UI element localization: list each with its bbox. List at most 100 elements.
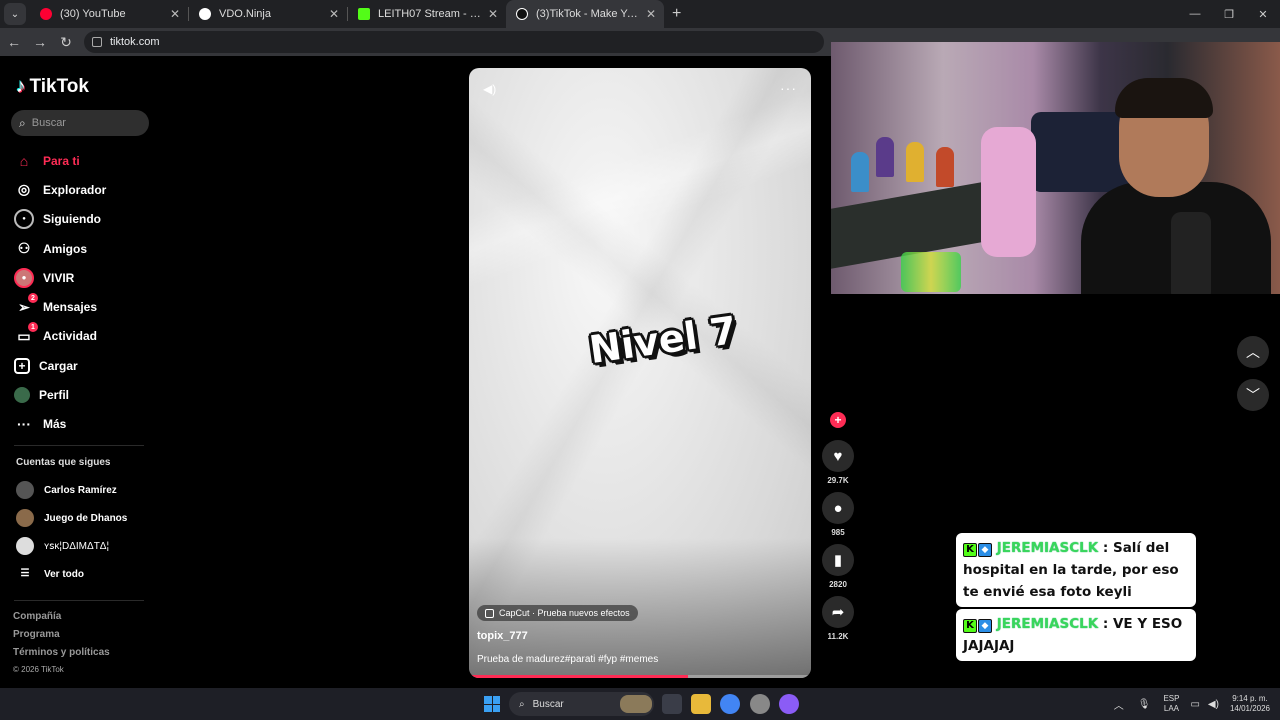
app-icon[interactable] — [779, 694, 799, 714]
volume-icon[interactable]: ◀) — [1208, 699, 1219, 710]
nav-item-vivir[interactable]: ● VIVIR — [14, 263, 154, 292]
chevron-up-icon[interactable]: ︿ — [1114, 697, 1124, 712]
footer-link-terms[interactable]: Términos y políticas — [13, 647, 110, 665]
chrome-icon[interactable] — [720, 694, 740, 714]
list-icon: ☰ — [20, 568, 30, 579]
nav-item-perfil[interactable]: Perfil — [14, 380, 154, 409]
copyright: © 2026 TikTok — [13, 665, 64, 674]
comment-count: 985 — [831, 528, 845, 537]
search-input[interactable] — [31, 117, 132, 129]
main-nav: ⌂ Para ti ◎ Explorador ● Siguiendo ⚇ Ami… — [14, 146, 154, 439]
footer-link-program[interactable]: Programa — [13, 629, 110, 647]
save-button[interactable]: ▮ 2820 — [822, 544, 854, 589]
figure — [906, 142, 924, 182]
more-icon: ··· — [17, 416, 31, 433]
previous-video-button[interactable]: ︿ — [1237, 336, 1269, 368]
nav-item-para-ti[interactable]: ⌂ Para ti — [14, 146, 154, 175]
tab-youtube[interactable]: (30) YouTube ✕ — [30, 0, 188, 28]
site-info-icon[interactable] — [92, 37, 102, 47]
new-tab-button[interactable]: + — [672, 5, 681, 23]
share-button[interactable]: ➦ 11.2K — [822, 596, 854, 641]
tab-search-button[interactable]: ⌄ — [4, 3, 26, 25]
forward-button[interactable]: → — [28, 34, 52, 50]
nav-item-actividad[interactable]: ▭ 1 Actividad — [14, 322, 154, 351]
reload-button[interactable]: ↻ — [54, 34, 78, 51]
compass-icon: ◎ — [17, 181, 31, 198]
tab-vdo-ninja[interactable]: VDO.Ninja ✕ — [189, 0, 347, 28]
comment-icon: ● — [822, 492, 854, 524]
taskbar-search[interactable]: ⌕ Buscar — [509, 692, 654, 716]
more-options-icon[interactable]: ··· — [780, 80, 797, 96]
next-video-button[interactable]: ﹀ — [1237, 379, 1269, 411]
sub-badge-icon: ◆ — [978, 619, 992, 633]
file-explorer-icon[interactable] — [691, 694, 711, 714]
avatar — [16, 537, 34, 555]
video-overlay-text: Nivel 7 — [586, 307, 740, 373]
vdo-ninja-icon — [199, 8, 211, 20]
following-icon: ● — [14, 209, 34, 230]
close-icon[interactable]: ✕ — [329, 7, 339, 21]
close-window-button[interactable]: ✕ — [1246, 8, 1280, 21]
heart-icon: ♥ — [822, 440, 854, 472]
volume-icon[interactable]: ◀) — [483, 82, 496, 96]
nav-item-siguiendo[interactable]: ● Siguiendo — [14, 205, 154, 234]
task-view-icon[interactable] — [662, 694, 682, 714]
comment-button[interactable]: ● 985 — [822, 492, 854, 537]
microphone — [1171, 212, 1211, 294]
follow-plus-button[interactable]: + — [830, 412, 846, 428]
language-indicator[interactable]: ESP LAA — [1163, 694, 1179, 714]
address-bar[interactable]: tiktok.com — [84, 31, 824, 53]
upload-icon: + — [14, 357, 30, 374]
following-item[interactable]: ʏꜱᴋ¦DΔIMΔTΔ¦ — [16, 532, 161, 560]
nav-item-mensajes[interactable]: ➢ 2 Mensajes — [14, 292, 154, 321]
home-icon: ⌂ — [19, 152, 29, 169]
tiktok-logo[interactable]: ♪ TikTok — [16, 76, 89, 98]
footer-link-company[interactable]: Compañía — [13, 611, 110, 629]
following-item[interactable]: Carlos Ramírez — [16, 476, 161, 504]
chevron-up-icon: ︿ — [1246, 344, 1260, 360]
sub-badge-icon: ◆ — [978, 543, 992, 557]
search-icon[interactable]: ⌕ — [19, 116, 26, 131]
chat-message: K ◆ JEREMIASCLK : VE Y ESO JAJAJAJ — [956, 609, 1196, 661]
nav-item-mas[interactable]: ··· Más — [14, 410, 154, 439]
minimize-button[interactable]: — — [1178, 8, 1212, 20]
activity-badge: 1 — [28, 322, 38, 333]
chat-username: JEREMIASCLK — [996, 616, 1099, 632]
following-item[interactable]: Juego de Dhanos — [16, 504, 161, 532]
divider — [14, 445, 144, 446]
video-player[interactable]: ◀) ··· Nivel 7 CapCut · Prueba nuevos ef… — [469, 68, 811, 678]
windows-taskbar: ⌕ Buscar ︿ 🎙 ESP LAA ▭ ◀) 9:14 p. m. 14/… — [0, 688, 1280, 720]
see-all-link[interactable]: ☰ Ver todo — [16, 560, 161, 588]
effect-tag[interactable]: CapCut · Prueba nuevos efectos — [477, 605, 638, 621]
tab-kick[interactable]: LEITH07 Stream - Watch Live on Kick ✕ — [348, 0, 506, 28]
chat-message: K ◆ JEREMIASCLK : Salí del hospital en la… — [956, 533, 1196, 607]
save-count: 2820 — [829, 580, 847, 589]
close-icon[interactable]: ✕ — [170, 7, 180, 21]
back-button[interactable]: ← — [2, 34, 26, 50]
network-icon[interactable]: ▭ — [1190, 699, 1199, 710]
nav-item-cargar[interactable]: + Cargar — [14, 351, 154, 380]
close-icon[interactable]: ✕ — [646, 7, 656, 21]
following-list: Carlos Ramírez Juego de Dhanos ʏꜱᴋ¦DΔIMΔ… — [16, 476, 161, 588]
restore-button[interactable]: ❐ — [1212, 8, 1246, 21]
tiktok-icon — [516, 8, 528, 20]
obs-icon[interactable] — [750, 694, 770, 714]
video-username[interactable]: topix_777 — [477, 630, 528, 642]
avatar — [16, 509, 34, 527]
tab-tiktok[interactable]: (3)TikTok - Make Your Day ✕ — [506, 0, 664, 28]
microphone-icon[interactable]: 🎙 — [1138, 699, 1151, 710]
kick-badge-icon: K — [963, 543, 977, 557]
video-description: Prueba de madurez#parati #fyp #memes — [477, 654, 659, 665]
close-icon[interactable]: ✕ — [488, 7, 498, 21]
nav-item-amigos[interactable]: ⚇ Amigos — [14, 234, 154, 263]
clock[interactable]: 9:14 p. m. 14/01/2026 — [1230, 694, 1270, 714]
video-progress-bar[interactable] — [469, 675, 811, 678]
send-icon: ➢ 2 — [14, 293, 38, 317]
profile-icon — [14, 387, 30, 404]
tiktok-note-icon: ♪ — [16, 76, 26, 97]
like-button[interactable]: ♥ 29.7K — [822, 440, 854, 485]
webcam-overlay — [831, 42, 1280, 294]
nav-item-explorador[interactable]: ◎ Explorador — [14, 175, 154, 204]
start-button[interactable] — [484, 696, 500, 712]
tiktok-sidebar: ♪ TikTok ⌕ ⌂ Para ti ◎ Explorador ● Sigu… — [0, 58, 165, 688]
